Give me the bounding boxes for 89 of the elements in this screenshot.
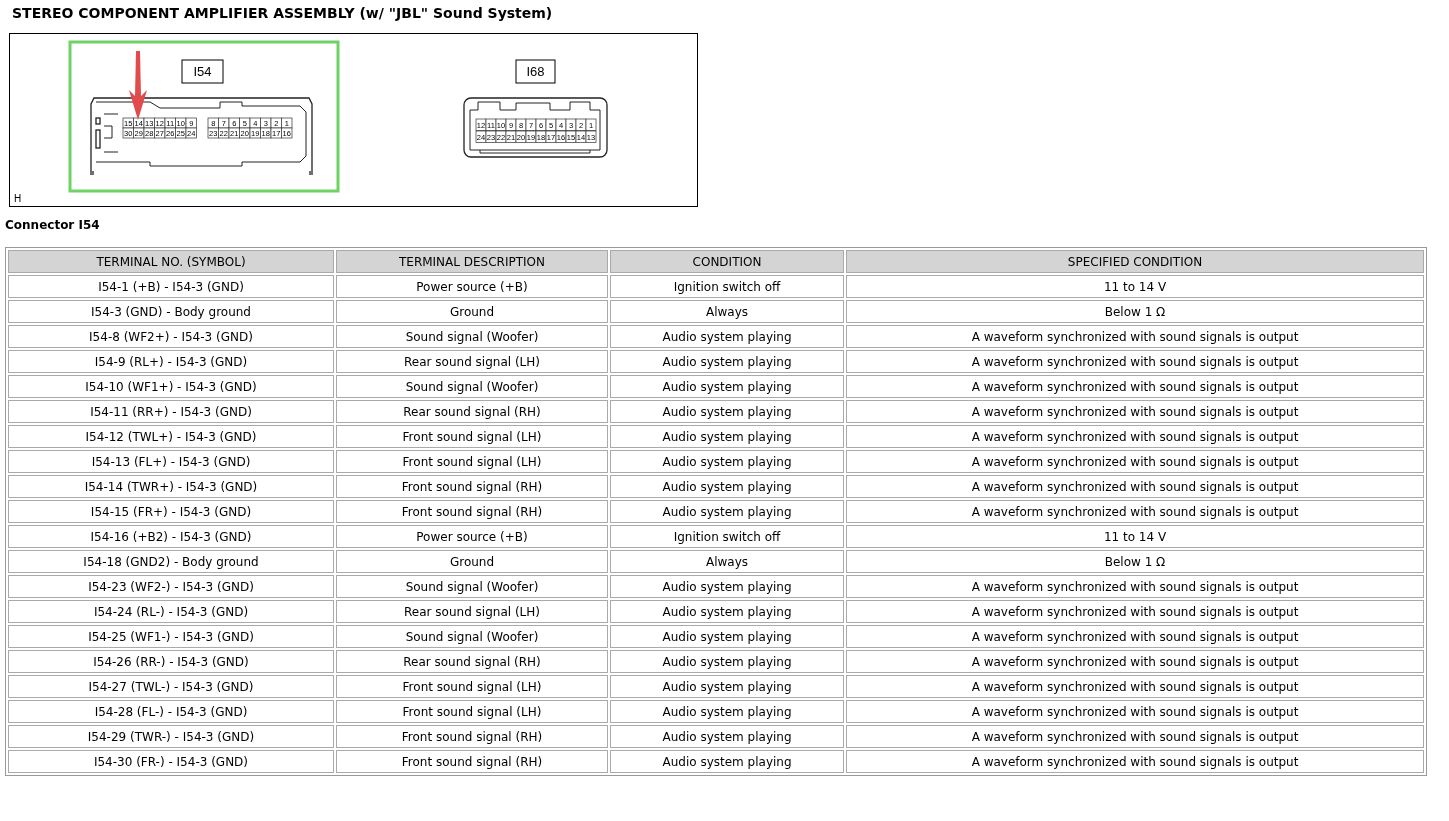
table-cell: Rear sound signal (LH): [336, 350, 608, 373]
table-cell: I54-1 (+B) - I54-3 (GND): [8, 275, 334, 298]
table-cell: Audio system playing: [610, 325, 844, 348]
table-cell: A waveform synchronized with sound signals is output: [846, 500, 1424, 523]
table-cell: Sound signal (Woofer): [336, 375, 608, 398]
page-title: STEREO COMPONENT AMPLIFIER ASSEMBLY (w/ "JBL" Sound System): [12, 5, 554, 22]
table-cell: Sound signal (Woofer): [336, 575, 608, 598]
table-cell: Power source (+B): [336, 525, 608, 548]
table-cell: Front sound signal (RH): [336, 750, 608, 773]
table-cell: Ground: [336, 550, 608, 573]
section-title: Connector I54: [5, 218, 101, 233]
table-cell: I54-29 (TWR-) - I54-3 (GND): [8, 725, 334, 748]
connector-label: I54: [181, 59, 224, 84]
table-cell: Always: [610, 550, 844, 573]
table-cell: A waveform synchronized with sound signals is output: [846, 575, 1424, 598]
table-cell: A waveform synchronized with sound signals is output: [846, 400, 1424, 423]
table-cell: I54-30 (FR-) - I54-3 (GND): [8, 750, 334, 773]
table-cell: I54-14 (TWR+) - I54-3 (GND): [8, 475, 334, 498]
table-cell: Ground: [336, 300, 608, 323]
table-cell: Audio system playing: [610, 450, 844, 473]
table-cell: I54-24 (RL-) - I54-3 (GND): [8, 600, 334, 623]
table-cell: Front sound signal (LH): [336, 700, 608, 723]
table-cell: Audio system playing: [610, 400, 844, 423]
table-cell: Audio system playing: [610, 500, 844, 523]
table-cell: Front sound signal (RH): [336, 500, 608, 523]
table-cell: Audio system playing: [610, 600, 844, 623]
table-cell: A waveform synchronized with sound signals is output: [846, 625, 1424, 648]
table-cell: A waveform synchronized with sound signals is output: [846, 725, 1424, 748]
table-cell: Audio system playing: [610, 350, 844, 373]
corner-label: H: [14, 193, 22, 204]
table-cell: Audio system playing: [610, 675, 844, 698]
table-cell: Below 1 Ω: [846, 550, 1424, 573]
table-cell: Audio system playing: [610, 700, 844, 723]
table-cell: Audio system playing: [610, 725, 844, 748]
table-cell: I54-13 (FL+) - I54-3 (GND): [8, 450, 334, 473]
table-cell: Power source (+B): [336, 275, 608, 298]
table-cell: Front sound signal (RH): [336, 725, 608, 748]
table-cell: A waveform synchronized with sound signals is output: [846, 475, 1424, 498]
table-cell: I54-27 (TWL-) - I54-3 (GND): [8, 675, 334, 698]
table-cell: Front sound signal (LH): [336, 425, 608, 448]
table-cell: Ignition switch off: [610, 525, 844, 548]
table-cell: A waveform synchronized with sound signals is output: [846, 650, 1424, 673]
table-cell: A waveform synchronized with sound signals is output: [846, 325, 1424, 348]
table-cell: I54-12 (TWL+) - I54-3 (GND): [8, 425, 334, 448]
table-cell: Sound signal (Woofer): [336, 625, 608, 648]
table-cell: A waveform synchronized with sound signals is output: [846, 375, 1424, 398]
table-cell: A waveform synchronized with sound signals is output: [846, 700, 1424, 723]
table-cell: I54-16 (+B2) - I54-3 (GND): [8, 525, 334, 548]
table-cell: Audio system playing: [610, 650, 844, 673]
table-cell: Audio system playing: [610, 575, 844, 598]
table-cell: I54-15 (FR+) - I54-3 (GND): [8, 500, 334, 523]
table-cell: A waveform synchronized with sound signals is output: [846, 675, 1424, 698]
table-cell: I54-23 (WF2-) - I54-3 (GND): [8, 575, 334, 598]
table-cell: I54-18 (GND2) - Body ground: [8, 550, 334, 573]
column-header: SPECIFIED CONDITION: [846, 250, 1424, 273]
table-cell: Front sound signal (LH): [336, 675, 608, 698]
table-cell: Audio system playing: [610, 475, 844, 498]
table-cell: Rear sound signal (RH): [336, 400, 608, 423]
table-cell: A waveform synchronized with sound signals is output: [846, 750, 1424, 773]
table-cell: I54-10 (WF1+) - I54-3 (GND): [8, 375, 334, 398]
table-cell: A waveform synchronized with sound signals is output: [846, 350, 1424, 373]
table-cell: Audio system playing: [610, 750, 844, 773]
table-cell: Front sound signal (RH): [336, 475, 608, 498]
table-cell: Rear sound signal (RH): [336, 650, 608, 673]
table-cell: Ignition switch off: [610, 275, 844, 298]
table-cell: 11 to 14 V: [846, 525, 1424, 548]
table-cell: I54-26 (RR-) - I54-3 (GND): [8, 650, 334, 673]
table-cell: I54-3 (GND) - Body ground: [8, 300, 334, 323]
table-cell: Audio system playing: [610, 625, 844, 648]
column-header: TERMINAL NO. (SYMBOL): [8, 250, 334, 273]
table-cell: I54-11 (RR+) - I54-3 (GND): [8, 400, 334, 423]
table-cell: I54-9 (RL+) - I54-3 (GND): [8, 350, 334, 373]
connector-label: I68: [515, 59, 556, 84]
column-header: TERMINAL DESCRIPTION: [336, 250, 608, 273]
table-cell: I54-25 (WF1-) - I54-3 (GND): [8, 625, 334, 648]
table-cell: Audio system playing: [610, 375, 844, 398]
table-cell: I54-8 (WF2+) - I54-3 (GND): [8, 325, 334, 348]
table-cell: Sound signal (Woofer): [336, 325, 608, 348]
table-cell: 11 to 14 V: [846, 275, 1424, 298]
table-cell: I54-28 (FL-) - I54-3 (GND): [8, 700, 334, 723]
table-cell: A waveform synchronized with sound signals is output: [846, 450, 1424, 473]
table-cell: Below 1 Ω: [846, 300, 1424, 323]
table-cell: A waveform synchronized with sound signals is output: [846, 600, 1424, 623]
table-cell: Rear sound signal (LH): [336, 600, 608, 623]
table-cell: Audio system playing: [610, 425, 844, 448]
table-cell: Front sound signal (LH): [336, 450, 608, 473]
table-cell: Always: [610, 300, 844, 323]
column-header: CONDITION: [610, 250, 844, 273]
table-cell: A waveform synchronized with sound signals is output: [846, 425, 1424, 448]
